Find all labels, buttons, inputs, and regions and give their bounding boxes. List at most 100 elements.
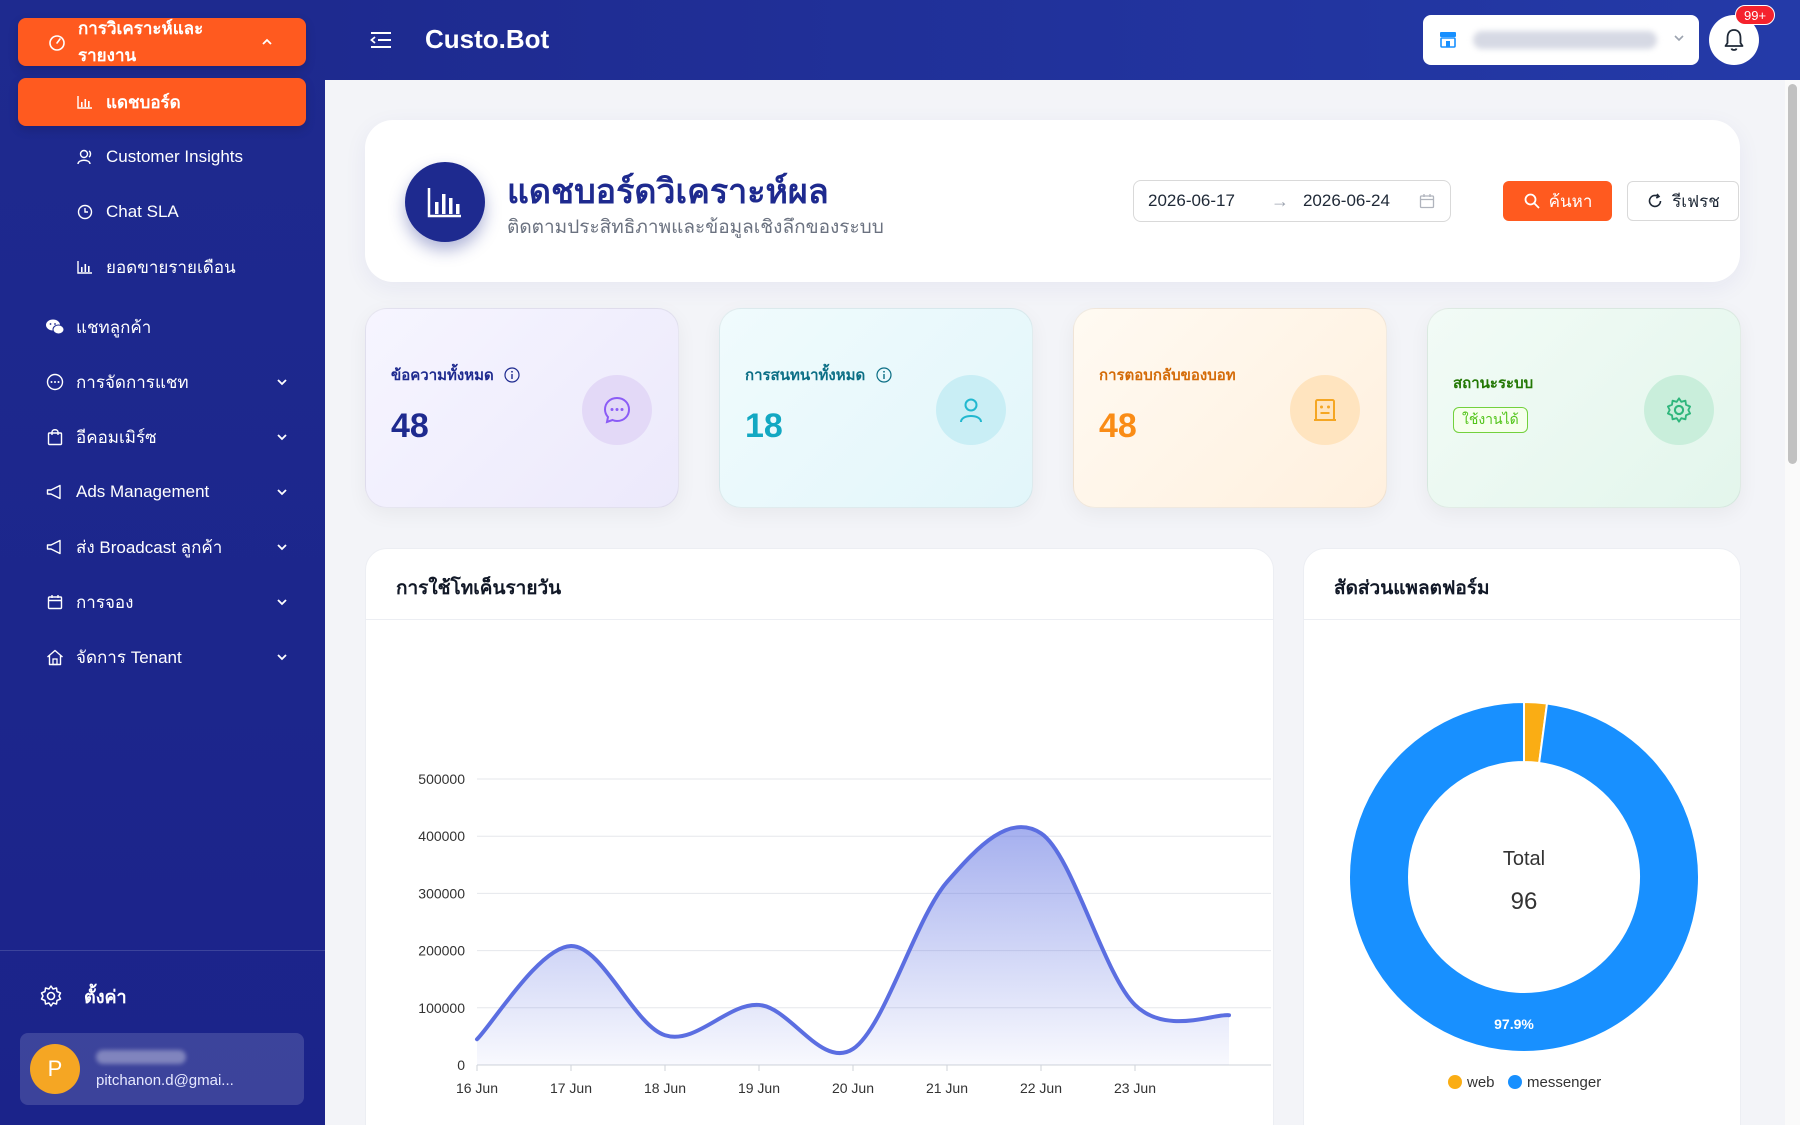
scrollbar[interactable] [1785,80,1800,1125]
page-subtitle: ติดตามประสิทธิภาพและข้อมูลเชิงลึกของระบบ [507,217,884,238]
x-tick-label: 19 Jun [738,1080,780,1096]
chart-title: สัดส่วนแพลตฟอร์ม [1334,578,1490,599]
store-name-redacted [1473,31,1657,49]
stat-label: การสนทนาทั้งหมด [745,367,866,384]
x-tick-label: 23 Jun [1114,1080,1156,1096]
sidebar: การวิเคราะห์และรายงาน แดชบอร์ด Customer … [0,0,325,1125]
y-tick-label: 200000 [418,943,465,959]
stat-value: 48 [391,407,429,445]
sidebar-item-ecommerce[interactable]: อีคอมเมิร์ซ [44,419,290,455]
y-tick-label: 500000 [418,771,465,787]
menu-group-analytics[interactable]: การวิเคราะห์และรายงาน [18,18,306,66]
home-icon [44,646,66,668]
y-tick-label: 300000 [418,885,465,901]
info-icon[interactable] [875,367,892,384]
donut-slice-messenger[interactable] [1348,700,1700,1053]
sidebar-item-label: ส่ง Broadcast ลูกค้า [76,537,223,557]
settings-label: ตั้งค่า [84,986,127,1007]
sidebar-item-booking[interactable]: การจอง [44,584,290,620]
calendar-icon [1418,192,1436,210]
sidebar-item-customer-insights[interactable]: Customer Insights [76,142,243,172]
date-range-picker[interactable]: 2026-06-17 → 2026-06-24 [1133,180,1451,222]
page-title: แดชบอร์ดวิเคราะห์ผล [507,173,829,211]
status-badge: ใช้งานได้ [1453,407,1528,433]
x-tick-label: 20 Jun [832,1080,874,1096]
stat-label-wrap: การตอบกลับของบอท [1099,363,1236,387]
chart-title: การใช้โทเค็นรายวัน [396,578,562,599]
sidebar-item-ads-management[interactable]: Ads Management [44,474,290,510]
bell-icon [1724,29,1744,51]
sidebar-item-settings[interactable]: ตั้งค่า [38,978,127,1014]
chevron-down-icon [274,539,290,555]
y-tick-label: 400000 [418,828,465,844]
avatar: P [30,1044,80,1094]
sidebar-item-label: แดชบอร์ด [106,92,181,112]
sidebar-item-label: Ads Management [76,482,210,501]
sidebar-item-dashboard[interactable]: แดชบอร์ด [18,78,306,126]
sidebar-item-label: Customer Insights [106,147,243,166]
gear-icon [38,983,64,1009]
sidebar-divider [0,950,325,951]
shop-icon [1437,29,1459,51]
chevron-down-icon [274,484,290,500]
sidebar-item-tenant[interactable]: จัดการ Tenant [44,639,290,675]
chat-bubble-icon [582,375,652,445]
wechat-icon [44,316,66,338]
sidebar-item-customer-chat[interactable]: แชทลูกค้า [44,309,290,345]
stat-label-wrap: สถานะระบบ [1453,371,1533,395]
x-tick-label: 17 Jun [550,1080,592,1096]
sidebar-item-label: ยอดขายรายเดือน [106,257,236,277]
stat-card-bot-replies: การตอบกลับของบอท 48 [1073,308,1387,508]
sidebar-item-monthly-sales[interactable]: ยอดขายรายเดือน [76,252,236,282]
bar-chart-icon [76,93,94,111]
search-icon [1523,192,1541,210]
message-icon [44,371,66,393]
main-content: แดชบอร์ดวิเคราะห์ผล ติดตามประสิทธิภาพและ… [325,80,1785,1125]
refresh-icon [1646,192,1664,210]
y-tick-label: 0 [457,1057,465,1073]
x-tick-label: 16 Jun [456,1080,498,1096]
legend-label-messenger[interactable]: messenger [1527,1074,1601,1091]
user-email: pitchanon.d@gmai... [96,1071,234,1089]
x-tick-label: 18 Jun [644,1080,686,1096]
chevron-down-icon [274,594,290,610]
sidebar-item-chat-management[interactable]: การจัดการแชท [44,364,290,400]
sidebar-item-broadcast[interactable]: ส่ง Broadcast ลูกค้า [44,529,290,565]
donut-center-value: 96 [1511,888,1538,915]
token-usage-area [477,827,1229,1065]
notification-badge: 99+ [1735,5,1776,25]
refresh-button-label: รีเฟรช [1672,191,1720,211]
legend-label-web[interactable]: web [1466,1074,1495,1091]
chevron-down-icon [1673,31,1685,49]
menu-fold-button[interactable] [367,26,395,54]
sidebar-item-chat-sla[interactable]: Chat SLA [76,197,179,227]
topbar: Custo.Bot 99+ [325,0,1800,80]
sidebar-item-label: อีคอมเมิร์ซ [76,427,157,447]
sidebar-item-label: การจัดการแชท [76,372,189,392]
chevron-down-icon [274,374,290,390]
token-usage-chart-card: การใช้โทเค็นรายวัน 0 100000 200000 300000 40… [365,548,1274,1125]
menu-group-label: การวิเคราะห์และรายงาน [78,19,204,65]
robot-icon [1290,375,1360,445]
platform-share-chart-card: สัดส่วนแพลตฟอร์ม Total 96 97.9% web messenge… [1303,548,1741,1125]
date-start[interactable]: 2026-06-17 [1148,191,1235,211]
y-tick-label: 100000 [418,1000,465,1016]
stat-card-system-status: สถานะระบบ ใช้งานได้ [1427,308,1741,508]
x-tick-label: 21 Jun [926,1080,968,1096]
search-button[interactable]: ค้นหา [1503,181,1612,221]
shopping-bag-icon [44,426,66,448]
x-tick-label: 22 Jun [1020,1080,1062,1096]
chevron-down-icon [274,429,290,445]
sidebar-item-label: แชทลูกค้า [76,317,152,337]
user-profile-card[interactable]: P pitchanon.d@gmai... [20,1033,304,1105]
sidebar-item-label: Chat SLA [106,202,179,221]
date-end[interactable]: 2026-06-24 [1303,191,1390,211]
store-select[interactable] [1423,15,1699,65]
stat-card-total-messages: ข้อความทั้งหมด 48 [365,308,679,508]
user-icon [936,375,1006,445]
info-icon[interactable] [504,367,521,384]
refresh-button[interactable]: รีเฟรช [1627,181,1739,221]
arrow-right-icon: → [1270,190,1289,211]
menu-fold-icon [370,32,391,48]
scrollbar-thumb[interactable] [1788,84,1797,464]
